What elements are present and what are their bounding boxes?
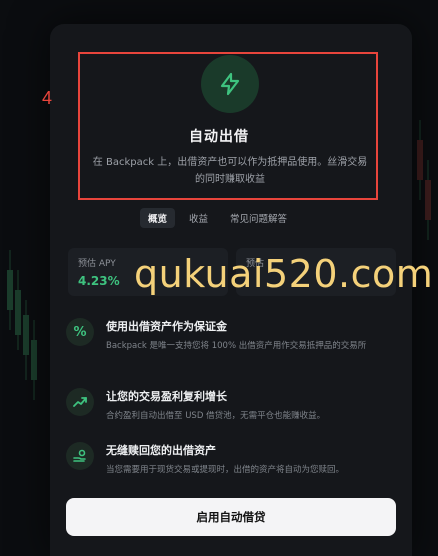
annotation-number: 4 [42,88,53,108]
hand-coin-icon [66,442,94,470]
feature-desc: 合约盈利自动出借至 USD 借贷池，无需平仓也能赚收益。 [106,411,326,421]
feature-item: % 使用出借资产作为保证金 Backpack 是唯一支持您将 100% 出借资产… [66,318,396,353]
lightning-bolt-icon [201,55,259,113]
feature-item: 无缝赎回您的出借资产 当您需要用于现货交易或提现时，出借的资产将自动为您赎回。 [66,442,396,477]
tab-earnings[interactable]: 收益 [181,208,216,228]
feature-desc: Backpack 是唯一支持您将 100% 出借资产用作交易抵押品的交易所 [106,341,367,351]
tab-overview[interactable]: 概览 [140,208,176,228]
watermark-text: qukuai520.com [134,252,434,296]
feature-title: 使用出借资产作为保证金 [106,320,227,333]
feature-title: 无缝赎回您的出借资产 [106,444,216,457]
feature-title: 让您的交易盈利复利增长 [106,390,227,403]
feature-desc: 当您需要用于现货交易或提现时，出借的资产将自动为您赎回。 [106,465,345,475]
modal-title: 自动出借 [189,129,249,145]
enable-auto-lend-button[interactable]: 启用自动借贷 [66,498,396,536]
tab-bar: 概览 收益 常见问题解答 [140,208,295,228]
modal-description: 在 Backpack 上，出借资产也可以作为抵押品使用。丝滑交易的同时赚取收益 [92,157,368,185]
percent-icon: % [66,318,94,346]
trending-up-icon [66,388,94,416]
tab-faq[interactable]: 常见问题解答 [222,208,295,228]
feature-item: 让您的交易盈利复利增长 合约盈利自动出借至 USD 借贷池，无需平仓也能赚收益。 [66,388,396,423]
